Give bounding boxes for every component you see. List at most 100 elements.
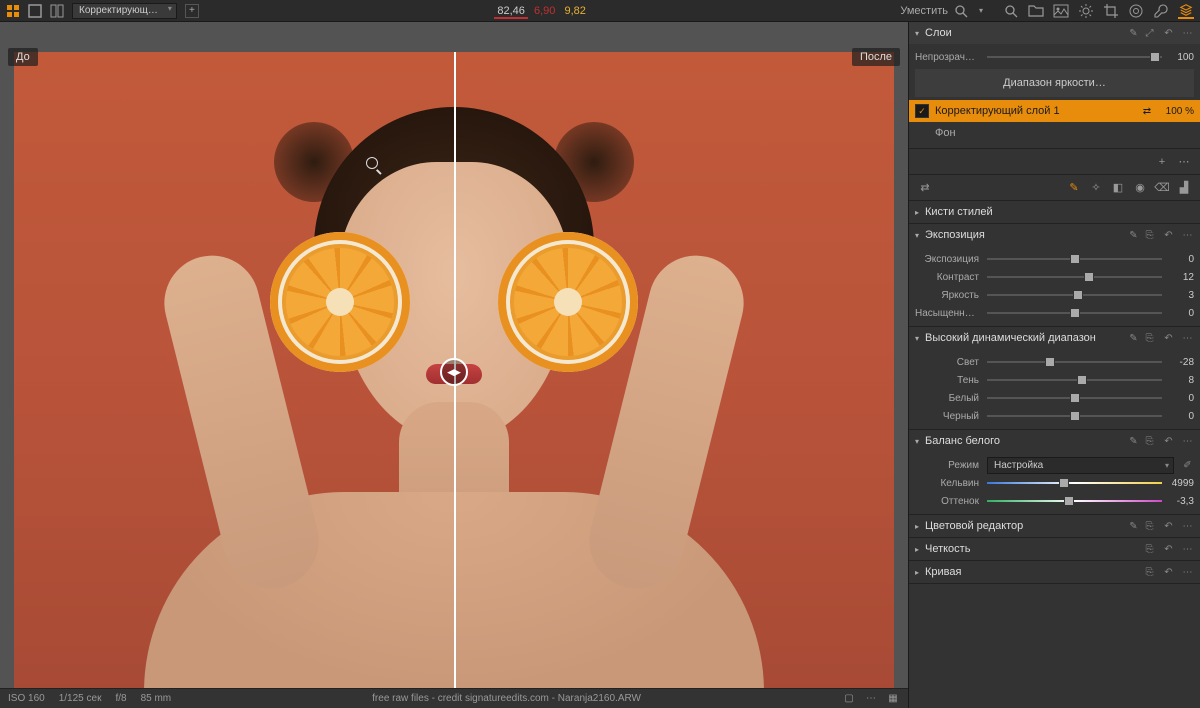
stat-value-2: 6,90 <box>531 5 558 17</box>
saturation-slider[interactable] <box>987 306 1162 320</box>
copy-hdr-icon[interactable]: ⎘ <box>1143 332 1156 345</box>
histogram-stats: 82,46 6,90 9,82 <box>199 5 884 17</box>
wrench-icon[interactable] <box>1153 3 1169 19</box>
layers-header[interactable]: ▾ Слои ✎ ⤢ ↶ ⋯ <box>909 22 1200 44</box>
eraser-icon[interactable]: ⌫ <box>1154 180 1170 196</box>
after-badge: После <box>852 48 900 66</box>
opacity-slider[interactable] <box>987 50 1162 64</box>
image-icon[interactable] <box>1053 3 1069 19</box>
copy-icon[interactable]: ⎘ <box>1143 229 1156 242</box>
copy-wb-icon[interactable]: ⎘ <box>1143 435 1156 448</box>
shutter-value: 1/125 сек <box>59 693 102 704</box>
hdr-header[interactable]: ▾ Высокий динамический диапазон ✎ ⎘ ↶ ⋯ <box>909 327 1200 349</box>
comparison-image[interactable]: ◀▶ <box>14 52 894 688</box>
zoom-label[interactable]: Уместить <box>900 5 948 17</box>
reset-icon[interactable]: ↶ <box>1162 229 1175 242</box>
zoom-dropdown-icon[interactable]: ▾ <box>974 4 988 18</box>
auto-hdr-icon[interactable]: ✎ <box>1127 332 1140 345</box>
picker-icon[interactable]: ✎ <box>1127 435 1140 448</box>
compare-handle[interactable]: ◀▶ <box>440 358 468 386</box>
contrast-slider[interactable] <box>987 270 1162 284</box>
exposure-value: 0 <box>1162 254 1194 265</box>
expand-icon[interactable]: ⤢ <box>1143 27 1156 40</box>
cl-copy-icon[interactable]: ⎘ <box>1143 543 1156 556</box>
gradient-radial-icon[interactable]: ◉ <box>1132 180 1148 196</box>
layer-visibility-checkbox[interactable]: ✓ <box>915 104 929 118</box>
reset-wb-icon[interactable]: ↶ <box>1162 435 1175 448</box>
layers-icon[interactable] <box>1178 3 1194 19</box>
crop-icon[interactable] <box>1103 3 1119 19</box>
luminosity-range-button[interactable]: Диапазон яркости… <box>915 69 1194 97</box>
white-slider[interactable] <box>987 391 1162 405</box>
aperture-value: f/8 <box>115 693 126 704</box>
focal-value: 85 mm <box>141 693 172 704</box>
wb-mode-dropdown[interactable]: Настройка <box>987 457 1174 474</box>
cl-reset-icon[interactable]: ↶ <box>1162 543 1175 556</box>
add-tool-button[interactable]: + <box>185 4 199 18</box>
layer-menu-icon[interactable]: ⋯ <box>1176 154 1192 170</box>
style-brushes-header[interactable]: ▸ Кисти стилей <box>909 201 1200 223</box>
layer-adjustment-1[interactable]: ✓ Корректирующий слой 1 ⇄ 100 % <box>909 100 1200 122</box>
layer-sliders-icon[interactable]: ⇄ <box>1140 106 1154 117</box>
ce-auto-icon[interactable]: ✎ <box>1127 520 1140 533</box>
grid-view-icon[interactable] <box>6 4 20 18</box>
folder-icon[interactable] <box>1028 3 1044 19</box>
undo-icon[interactable]: ↶ <box>1162 27 1175 40</box>
eyedropper-icon[interactable]: ✐ <box>1181 459 1194 472</box>
highlight-slider[interactable] <box>987 355 1162 369</box>
single-view-icon[interactable] <box>28 4 42 18</box>
white-label: Белый <box>915 393 987 404</box>
section-more-icon[interactable]: ⋯ <box>1181 229 1194 242</box>
cl-more-icon[interactable]: ⋯ <box>1181 543 1194 556</box>
tint-label: Оттенок <box>915 496 987 507</box>
layer-bg-name: Фон <box>915 127 1194 139</box>
lens-icon[interactable] <box>1128 3 1144 19</box>
tool-dropdown[interactable]: Корректирующ… <box>72 3 177 19</box>
curve-header[interactable]: ▸Кривая⎘↶⋯ <box>909 561 1200 583</box>
before-badge: До <box>8 48 38 66</box>
wb-header[interactable]: ▾ Баланс белого ✎ ⎘ ↶ ⋯ <box>909 430 1200 452</box>
brightness-value: 3 <box>1162 290 1194 301</box>
warning-icon[interactable]: ⋯ <box>864 692 878 706</box>
cv-more-icon[interactable]: ⋯ <box>1181 566 1194 579</box>
add-layer-icon[interactable]: + <box>1154 154 1170 170</box>
ce-copy-icon[interactable]: ⎘ <box>1143 520 1156 533</box>
sun-icon[interactable] <box>1078 3 1094 19</box>
hdr-more-icon[interactable]: ⋯ <box>1181 332 1194 345</box>
wb-more-icon[interactable]: ⋯ <box>1181 435 1194 448</box>
auto-icon[interactable]: ✎ <box>1127 229 1140 242</box>
proof-icon[interactable]: ▢ <box>842 692 856 706</box>
exposure-slider[interactable] <box>987 252 1162 266</box>
more-icon[interactable]: ⋯ <box>1181 27 1194 40</box>
mask-settings-icon[interactable]: ⇄ <box>917 180 933 196</box>
clarity-header[interactable]: ▸Четкость⎘↶⋯ <box>909 538 1200 560</box>
wb-mode-label: Режим <box>915 460 987 471</box>
black-slider[interactable] <box>987 409 1162 423</box>
cv-copy-icon[interactable]: ⎘ <box>1143 566 1156 579</box>
kelvin-slider[interactable] <box>987 476 1162 490</box>
shadow-value: 8 <box>1162 375 1194 386</box>
search-icon[interactable] <box>1004 4 1018 18</box>
exposure-header[interactable]: ▾ Экспозиция ✎ ⎘ ↶ ⋯ <box>909 224 1200 246</box>
brightness-slider[interactable] <box>987 288 1162 302</box>
cv-reset-icon[interactable]: ↶ <box>1162 566 1175 579</box>
ce-reset-icon[interactable]: ↶ <box>1162 520 1175 533</box>
tint-slider[interactable] <box>987 494 1162 508</box>
reset-hdr-icon[interactable]: ↶ <box>1162 332 1175 345</box>
brush-tool-icon[interactable]: ✎ <box>1066 180 1082 196</box>
exposure-title: Экспозиция <box>925 229 1124 241</box>
ce-more-icon[interactable]: ⋯ <box>1181 520 1194 533</box>
mask-tools-row: ⇄ ✎ ✧ ◧ ◉ ⌫ ▟ <box>909 175 1200 201</box>
color-editor-header[interactable]: ▸Цветовой редактор✎⎘↶⋯ <box>909 515 1200 537</box>
grid-icon[interactable]: ▦ <box>886 692 900 706</box>
brush-icon[interactable]: ✎ <box>1127 27 1140 40</box>
fill-icon[interactable]: ▟ <box>1176 180 1192 196</box>
magic-brush-icon[interactable]: ✧ <box>1088 180 1104 196</box>
color-editor-title: Цветовой редактор <box>925 520 1124 532</box>
gradient-linear-icon[interactable]: ◧ <box>1110 180 1126 196</box>
zoom-loupe-icon[interactable] <box>954 4 968 18</box>
shadow-slider[interactable] <box>987 373 1162 387</box>
compare-view-icon[interactable] <box>50 4 64 18</box>
layer-background[interactable]: Фон <box>909 122 1200 144</box>
kelvin-label: Кельвин <box>915 478 987 489</box>
